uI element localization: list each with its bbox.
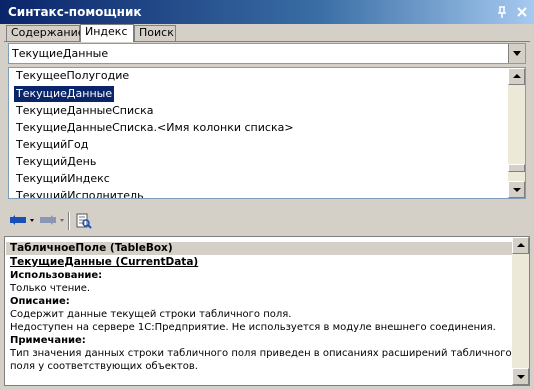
index-search-value[interactable]: ТекущиеДанные bbox=[12, 47, 108, 60]
scroll-up-icon[interactable] bbox=[508, 68, 525, 85]
help-toolbar bbox=[4, 209, 530, 233]
tab-contents[interactable]: Содержание bbox=[6, 25, 85, 41]
doc-description-text: Содержит данные текущей строки табличног… bbox=[10, 309, 292, 320]
pin-icon[interactable] bbox=[494, 4, 510, 20]
doc-note-text: Тип значения данных строки табличного по… bbox=[10, 348, 512, 359]
doc-description-text: Недоступен на сервере 1С:Предприятие. Не… bbox=[10, 322, 496, 333]
tab-index[interactable]: Индекс bbox=[80, 24, 134, 42]
list-item-selected[interactable]: ТекущиеДанные bbox=[12, 85, 116, 103]
help-document: ТабличноеПоле (TableBox) ТекущиеДанные (… bbox=[4, 236, 530, 386]
doc-note-label: Примечание: bbox=[10, 335, 86, 346]
scroll-thumb[interactable] bbox=[508, 164, 525, 172]
chevron-down-icon[interactable] bbox=[508, 44, 525, 63]
doc-scrollbar[interactable] bbox=[512, 237, 529, 385]
doc-property-link[interactable]: ТекущиеДанные (CurrentData) bbox=[10, 256, 198, 269]
index-list: ТекущееПолугодие ТекущиеДанные ТекущиеДа… bbox=[8, 67, 526, 199]
list-item[interactable]: ТекущиеДанныеСписка bbox=[14, 103, 156, 119]
toolbar-separator bbox=[68, 212, 70, 230]
syntax-helper-window: Синтакс-помощник Содержание Индекс Поиск… bbox=[0, 0, 534, 390]
window-title: Синтакс-помощник bbox=[8, 5, 142, 19]
close-icon[interactable] bbox=[514, 4, 530, 20]
scroll-down-icon[interactable] bbox=[512, 368, 529, 385]
doc-usage-text: Только чтение. bbox=[10, 283, 91, 294]
list-item[interactable]: ТекущиеДанныеСписка.<Имя колонки списка> bbox=[14, 120, 296, 136]
doc-object-header: ТабличноеПоле (TableBox) bbox=[6, 242, 512, 255]
list-item[interactable]: ТекущийИсполнитель bbox=[14, 188, 146, 198]
title-bar[interactable]: Синтакс-помощник bbox=[0, 0, 534, 24]
list-item[interactable]: ТекущееПолугодие bbox=[14, 68, 131, 84]
tab-label: Поиск bbox=[139, 26, 174, 39]
index-search-combo[interactable]: ТекущиеДанные bbox=[8, 43, 526, 64]
list-item[interactable]: ТекущийИндекс bbox=[14, 171, 112, 187]
scroll-down-icon[interactable] bbox=[508, 181, 525, 198]
find-in-tree-icon[interactable] bbox=[74, 212, 94, 230]
forward-arrow-icon[interactable] bbox=[38, 212, 66, 230]
tab-label: Содержание bbox=[11, 26, 85, 39]
doc-usage-label: Использование: bbox=[10, 270, 103, 281]
list-item[interactable]: ТекущийДень bbox=[14, 154, 98, 170]
back-arrow-icon[interactable] bbox=[8, 212, 36, 230]
tab-search[interactable]: Поиск bbox=[134, 25, 176, 41]
doc-note-text: поля у соответствующих объектов. bbox=[10, 361, 198, 372]
doc-description-label: Описание: bbox=[10, 296, 70, 307]
list-item[interactable]: ТекущийГод bbox=[14, 137, 90, 153]
list-scrollbar[interactable] bbox=[508, 68, 525, 198]
scroll-up-icon[interactable] bbox=[512, 237, 529, 254]
tab-label: Индекс bbox=[85, 25, 128, 38]
